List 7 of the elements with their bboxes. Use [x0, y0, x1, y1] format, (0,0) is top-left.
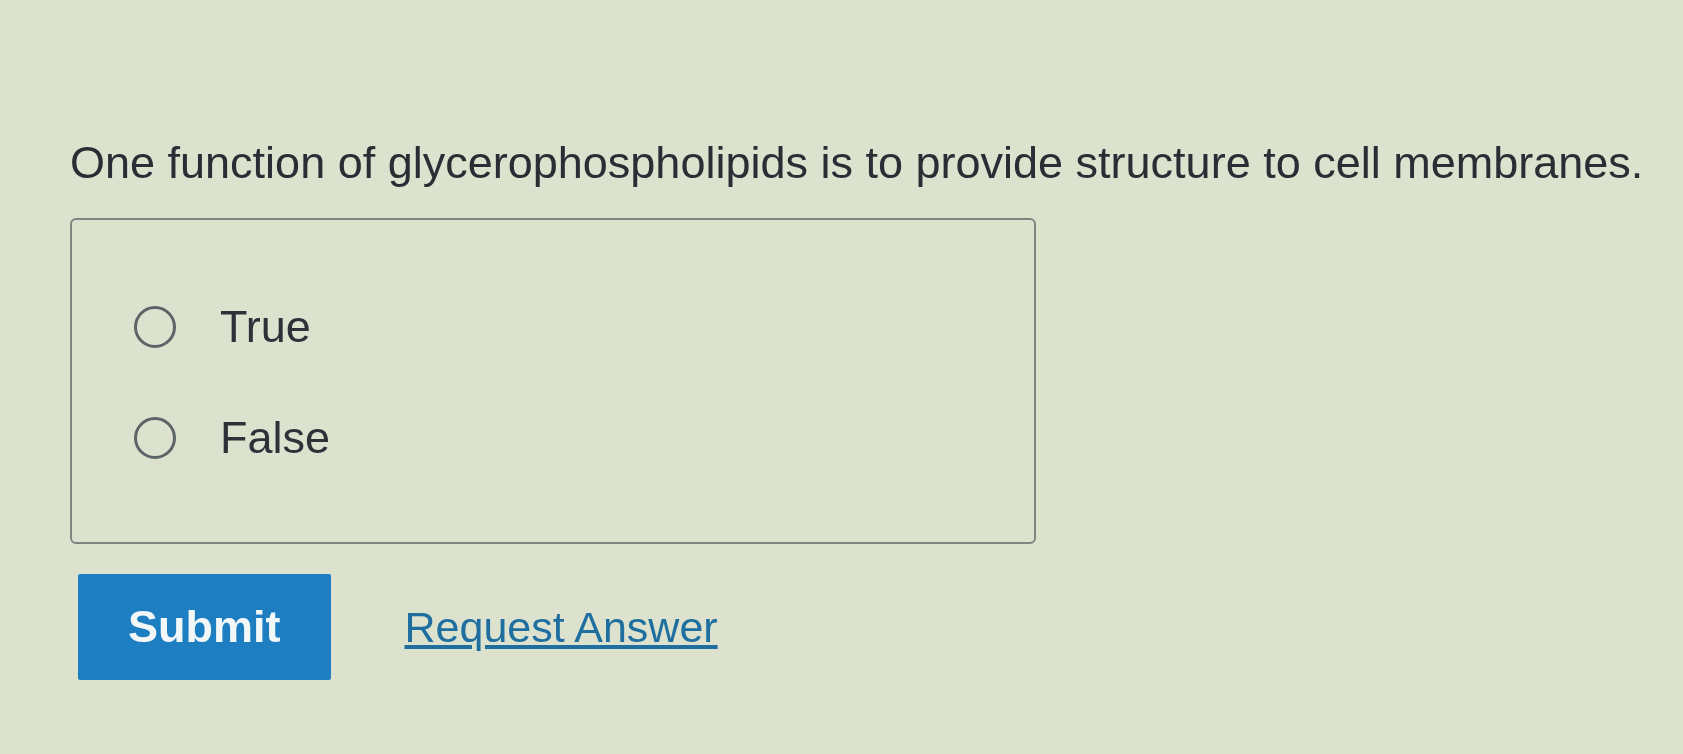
option-label[interactable]: False [220, 415, 331, 460]
submit-button[interactable]: Submit [78, 574, 331, 680]
radio-button[interactable] [134, 305, 176, 348]
request-answer-link[interactable]: Request Answer [404, 594, 718, 660]
option-label[interactable]: True [220, 304, 311, 349]
question-text: One function of glycerophospholipids is to provide structure to cell membranes. [70, 136, 1644, 190]
radio-button[interactable] [134, 416, 176, 459]
